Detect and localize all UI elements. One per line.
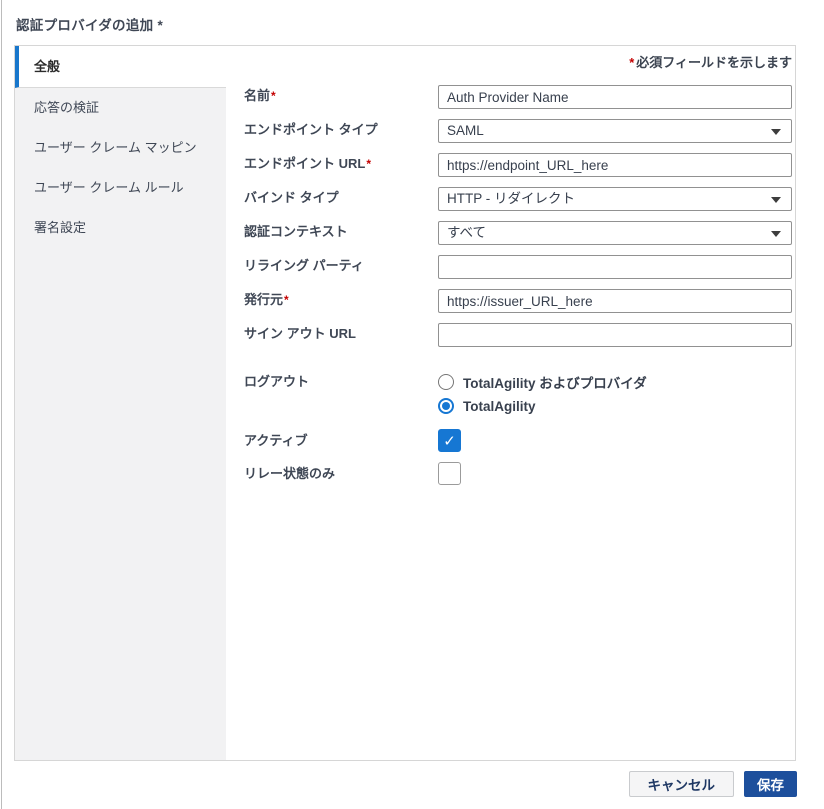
signout-url-input[interactable] [438,323,792,347]
radio-selected-icon[interactable] [438,398,454,414]
endpoint-type-select[interactable]: SAML [438,119,792,143]
field-row-logout: ログアウト TotalAgility およびプロバイダ TotalAgility [244,371,792,419]
field-row-endpoint-url: エンドポイント URL* [244,153,792,177]
dialog-title: 認証プロバイダの追加 * [16,14,163,34]
chevron-down-icon [771,231,781,237]
endpoint-type-label: エンドポイント タイプ [244,119,438,141]
required-asterisk: * [271,89,276,103]
field-row-relay-state-only: リレー状態のみ [244,462,792,485]
name-label: 名前* [244,85,438,107]
radio-unselected-icon[interactable] [438,374,454,390]
relay-state-only-checkbox[interactable] [438,462,461,485]
field-row-bind-type: バインド タイプ HTTP - リダイレクト [244,187,792,211]
logout-option-both[interactable]: TotalAgility およびプロバイダ [438,371,792,393]
tab-user-claim-rules[interactable]: ユーザー クレーム ルール [15,168,226,208]
name-input[interactable] [438,85,792,109]
logout-option-totalagility[interactable]: TotalAgility [438,395,792,417]
tab-user-claim-mapping[interactable]: ユーザー クレーム マッピン [15,128,226,168]
window-edge-divider [1,0,2,809]
field-row-active: アクティブ ✓ [244,429,792,452]
field-row-name: 名前* [244,85,792,109]
field-row-issuer: 発行元* [244,289,792,313]
required-asterisk: * [284,293,289,307]
endpoint-url-label: エンドポイント URL* [244,153,438,175]
required-asterisk: * [366,157,371,171]
relying-party-label: リライング パーティ [244,255,438,277]
field-row-relying-party: リライング パーティ [244,255,792,279]
auth-context-select[interactable]: すべて [438,221,792,245]
active-label: アクティブ [244,430,438,452]
logout-label: ログアウト [244,371,438,393]
signout-url-label: サイン アウト URL [244,323,438,345]
cancel-button[interactable]: キャンセル [629,771,735,797]
dialog-footer: キャンセル 保存 [629,771,798,797]
field-row-endpoint-type: エンドポイント タイプ SAML [244,119,792,143]
tab-general[interactable]: 全般 [15,46,226,88]
general-tab-form: *必須フィールドを示します 名前* エンドポイント タイプ SAML エンドポイ… [226,46,795,760]
tab-response-validation[interactable]: 応答の検証 [15,88,226,128]
chevron-down-icon [771,129,781,135]
relay-state-only-label: リレー状態のみ [244,463,438,485]
auth-context-label: 認証コンテキスト [244,221,438,243]
required-asterisk: * [629,55,634,70]
field-row-auth-context: 認証コンテキスト すべて [244,221,792,245]
active-checkbox[interactable]: ✓ [438,429,461,452]
bind-type-select[interactable]: HTTP - リダイレクト [438,187,792,211]
issuer-input[interactable] [438,289,792,313]
endpoint-url-input[interactable] [438,153,792,177]
issuer-label: 発行元* [244,289,438,311]
save-button[interactable]: 保存 [744,771,797,797]
field-row-signout-url: サイン アウト URL [244,323,792,347]
dialog-tab-sidebar: 全般 応答の検証 ユーザー クレーム マッピン ユーザー クレーム ルール 署名… [15,46,226,760]
relying-party-input[interactable] [438,255,792,279]
bind-type-label: バインド タイプ [244,187,438,209]
chevron-down-icon [771,197,781,203]
auth-provider-dialog: 全般 応答の検証 ユーザー クレーム マッピン ユーザー クレーム ルール 署名… [14,45,796,761]
tab-signature-settings[interactable]: 署名設定 [15,208,226,248]
required-fields-note: *必須フィールドを示します [244,55,792,71]
